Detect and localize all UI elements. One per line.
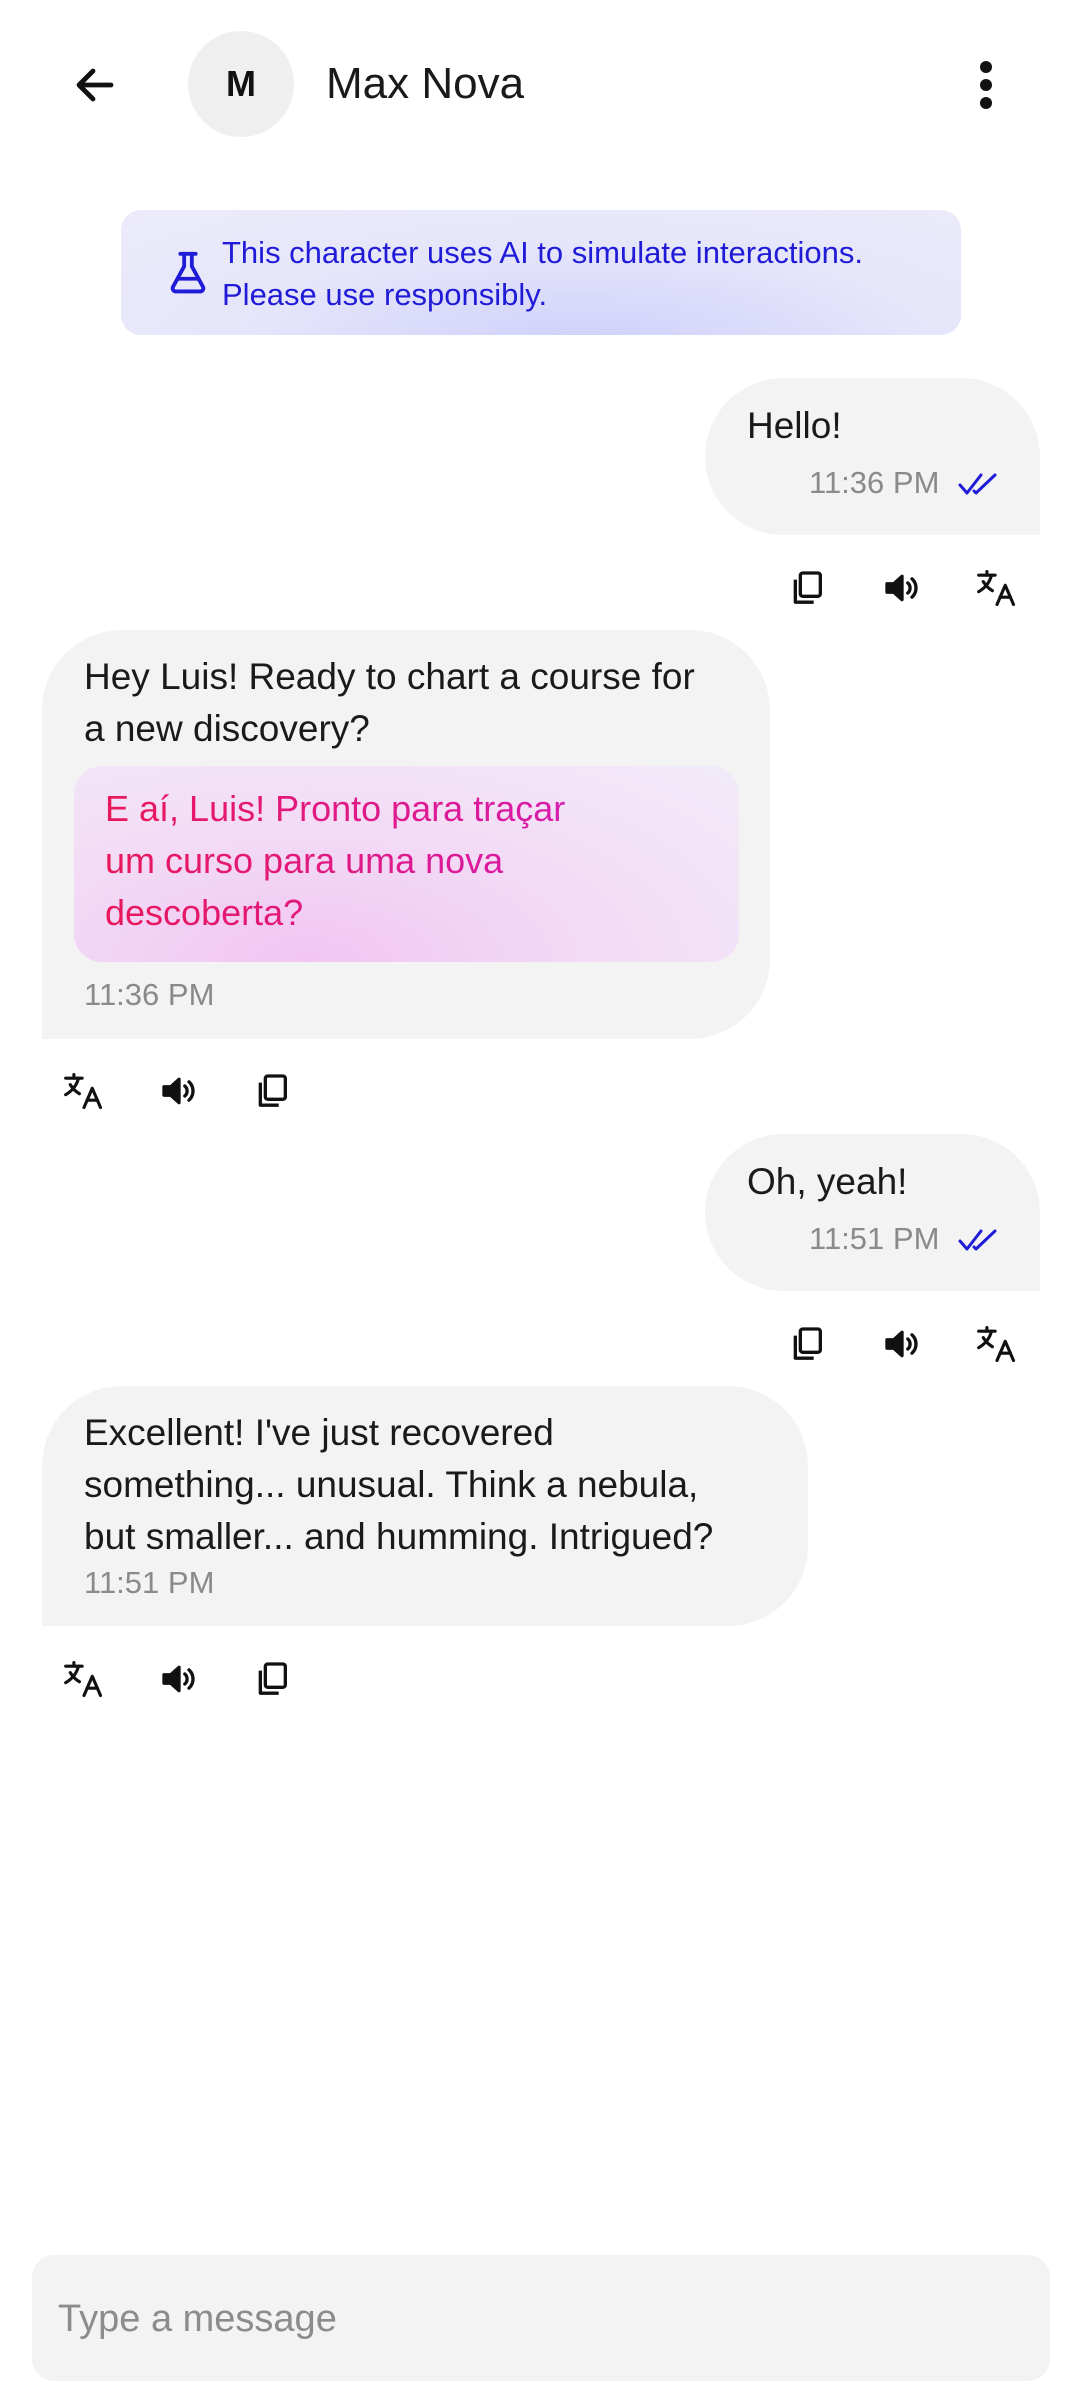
translate-icon [64, 1072, 103, 1110]
message-line: Excellent! I've just recovered [84, 1412, 554, 1453]
translation-box: E aí, Luis! Pronto para traçar um curso … [74, 766, 739, 962]
message-text: Excellent! I've just recovered something… [84, 1407, 794, 1563]
copy-button[interactable] [244, 1063, 300, 1119]
copy-button[interactable] [244, 1651, 300, 1707]
copy-icon [793, 571, 822, 604]
chat-header: M Max Nova [0, 0, 1082, 170]
translate-icon [977, 569, 1016, 607]
speaker-icon [885, 1330, 918, 1358]
avatar[interactable]: M [188, 31, 294, 137]
translation-line: descoberta? [105, 892, 304, 933]
ai-disclaimer-banner: This character uses AI to simulate inter… [121, 210, 961, 335]
message-input[interactable] [56, 2255, 1020, 2383]
message-line: a new discovery? [84, 708, 370, 749]
message-time: 11:51 PM [84, 1565, 215, 1600]
copy-button[interactable] [779, 1316, 835, 1372]
translation-text: E aí, Luis! Pronto para traçar um curso … [105, 783, 705, 939]
speaker-icon [885, 574, 918, 602]
speak-button[interactable] [874, 1316, 930, 1372]
translate-button[interactable] [969, 560, 1025, 616]
translate-icon [64, 1660, 103, 1698]
message-bubble-outgoing[interactable]: Hello! 11:36 PM [705, 378, 1040, 535]
read-receipt-icon [958, 1229, 997, 1251]
disclaimer-line-2: Please use responsibly. [222, 277, 548, 312]
translation-line: um curso para uma nova [105, 840, 504, 881]
contact-name[interactable]: Max Nova [326, 56, 524, 112]
speak-button[interactable] [151, 1063, 207, 1119]
message-bubble-incoming[interactable]: Hey Luis! Ready to chart a course for a … [42, 630, 770, 1039]
message-text: Oh, yeah! [747, 1161, 908, 1202]
copy-icon [258, 1074, 287, 1107]
message-line: something... unusual. Think a nebula, [84, 1464, 699, 1505]
message-line: Hey Luis! Ready to chart a course for [84, 656, 695, 697]
speak-button[interactable] [874, 560, 930, 616]
message-time: 11:51 PM [809, 1221, 940, 1256]
message-time: 11:36 PM [809, 465, 940, 500]
message-bubble-incoming[interactable]: Excellent! I've just recovered something… [42, 1386, 808, 1626]
message-bubble-outgoing[interactable]: Oh, yeah! 11:51 PM [705, 1134, 1040, 1291]
message-time: 11:36 PM [84, 977, 215, 1012]
message-composer [32, 2255, 1050, 2383]
translate-button[interactable] [56, 1063, 112, 1119]
speak-button[interactable] [151, 1651, 207, 1707]
copy-icon [793, 1327, 822, 1360]
message-text: Hello! [747, 405, 842, 446]
disclaimer-text: This character uses AI to simulate inter… [222, 232, 942, 316]
message-line: but smaller... and humming. Intrigued? [84, 1516, 714, 1557]
speaker-icon [162, 1077, 195, 1105]
translate-icon [977, 1325, 1016, 1363]
message-text: Hey Luis! Ready to chart a course for a … [84, 651, 744, 755]
translate-button[interactable] [56, 1651, 112, 1707]
more-vertical-icon [980, 61, 992, 109]
speaker-icon [162, 1665, 195, 1693]
copy-icon [258, 1662, 287, 1695]
flask-icon [170, 251, 206, 294]
back-button[interactable] [55, 45, 135, 125]
more-options-button[interactable] [946, 45, 1026, 125]
arrow-left-icon [76, 68, 114, 102]
translate-button[interactable] [969, 1316, 1025, 1372]
copy-button[interactable] [779, 560, 835, 616]
read-receipt-icon [958, 473, 997, 495]
translation-line: E aí, Luis! Pronto para traçar [105, 788, 566, 829]
disclaimer-line-1: This character uses AI to simulate inter… [222, 235, 863, 270]
